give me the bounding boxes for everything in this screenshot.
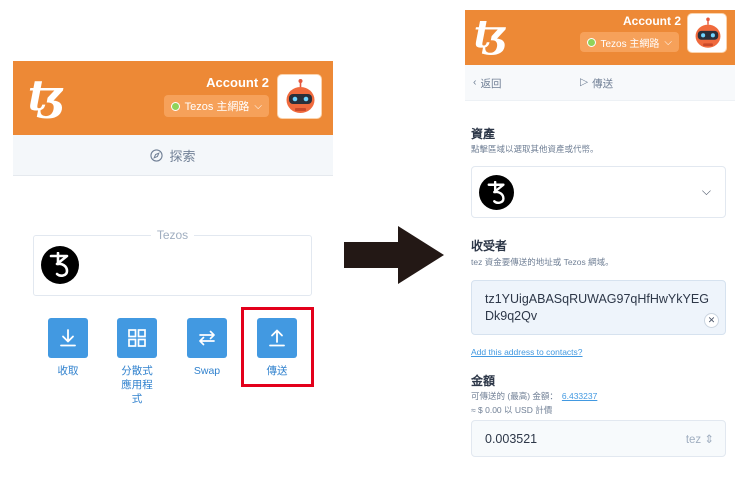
network-status-icon — [170, 101, 180, 111]
available-amount-line: 可傳送的 (最高) 金額： 6.433237 — [471, 390, 597, 402]
dapps-label: 分散式 應用程 式 — [121, 365, 153, 405]
available-amount-label: 可傳送的 (最高) 金額： — [471, 391, 558, 401]
explore-tab[interactable]: 探索 — [13, 135, 333, 176]
chevron-down-icon: ⌵ — [254, 100, 262, 112]
network-label: Tezos 主網路 — [184, 101, 250, 113]
flow-arrow-icon — [344, 226, 444, 284]
back-label: 返回 — [480, 78, 502, 90]
dapps-action[interactable]: 分散式 應用程 式 — [115, 318, 159, 406]
page-title-label: 傳送 — [592, 78, 614, 90]
asset-section-title: 資產 — [471, 127, 496, 141]
explore-label: 探索 — [169, 148, 196, 164]
receive-button[interactable] — [48, 318, 88, 358]
download-icon — [60, 329, 76, 347]
amount-section-title: 金額 — [471, 374, 496, 388]
recipient-address-value[interactable]: tz1YUigABASqRUWAG97qHfHwYkYEGDk9q2Qv — [485, 291, 715, 325]
receive-action[interactable]: 收取 — [46, 318, 90, 378]
amount-unit-selector[interactable]: tez ⇕ — [686, 432, 714, 446]
amount-unit: tez — [685, 434, 702, 446]
send-arrow-icon: ▷ — [580, 76, 589, 88]
chevron-down-icon: ⌵ — [701, 184, 711, 198]
tezos-icon — [41, 246, 79, 284]
wallet-header-right: ꜩ Account 2 Tezos 主網路 ⌵ — [465, 10, 735, 65]
clear-icon[interactable]: ✕ — [704, 313, 719, 328]
swap-action[interactable]: Swap — [185, 318, 229, 378]
page-title: ▷ 傳送 — [580, 76, 613, 91]
chevron-down-icon: ⌵ — [664, 36, 672, 48]
asset-card[interactable]: Tezos — [33, 228, 312, 296]
grid-icon — [128, 329, 146, 347]
dapps-button[interactable] — [117, 318, 157, 358]
swap-icon — [199, 330, 215, 346]
account-avatar[interactable] — [687, 13, 727, 53]
network-status-icon — [586, 37, 596, 47]
account-avatar[interactable] — [277, 74, 322, 119]
robot-avatar-icon — [286, 79, 315, 113]
amount-input[interactable]: 0.003521 tez ⇕ — [471, 420, 726, 457]
network-selector[interactable]: Tezos 主網路 ⌵ — [163, 95, 269, 117]
asset-label: Tezos — [150, 228, 195, 242]
send-highlight-box — [241, 307, 314, 387]
compass-icon — [150, 148, 164, 162]
network-selector[interactable]: Tezos 主網路 ⌵ — [579, 32, 679, 52]
network-label: Tezos 主網路 — [600, 38, 660, 50]
account-name: Account 2 — [206, 75, 269, 90]
robot-avatar-icon — [695, 17, 721, 48]
swap-label: Swap — [193, 365, 221, 377]
receive-label: 收取 — [57, 365, 79, 377]
temple-logo: ꜩ — [27, 71, 66, 120]
temple-logo: ꜩ — [473, 11, 508, 56]
wallet-header: ꜩ Account 2 Tezos 主網路 ⌵ — [13, 61, 333, 135]
add-contact-link[interactable]: Add this address to contacts? — [471, 347, 583, 357]
recipient-address-input[interactable]: tz1YUigABASqRUWAG97qHfHwYkYEGDk9q2Qv ✕ — [471, 280, 726, 335]
back-button[interactable]: ‹ 返回 — [473, 76, 502, 91]
recipient-section-description: tez 資金要傳送的地址或 Tezos 網域。 — [471, 257, 614, 267]
usd-equivalent: ≈ $ 0.00 以 USD 計價 — [471, 405, 553, 415]
amount-value[interactable]: 0.003521 — [485, 432, 537, 446]
unit-toggle-icon: ⇕ — [704, 434, 714, 446]
tezos-icon — [479, 175, 514, 210]
recipient-section-title: 收受者 — [471, 239, 508, 253]
chevron-left-icon: ‹ — [473, 76, 477, 88]
account-name: Account 2 — [622, 14, 681, 28]
asset-dropdown[interactable]: ⌵ — [471, 166, 726, 218]
page-nav: ‹ 返回 ▷ 傳送 — [465, 65, 735, 101]
swap-button[interactable] — [187, 318, 227, 358]
asset-section-description: 點擊區域以選取其他資產或代幣。 — [471, 144, 599, 154]
available-amount-value[interactable]: 6.433237 — [562, 391, 597, 401]
